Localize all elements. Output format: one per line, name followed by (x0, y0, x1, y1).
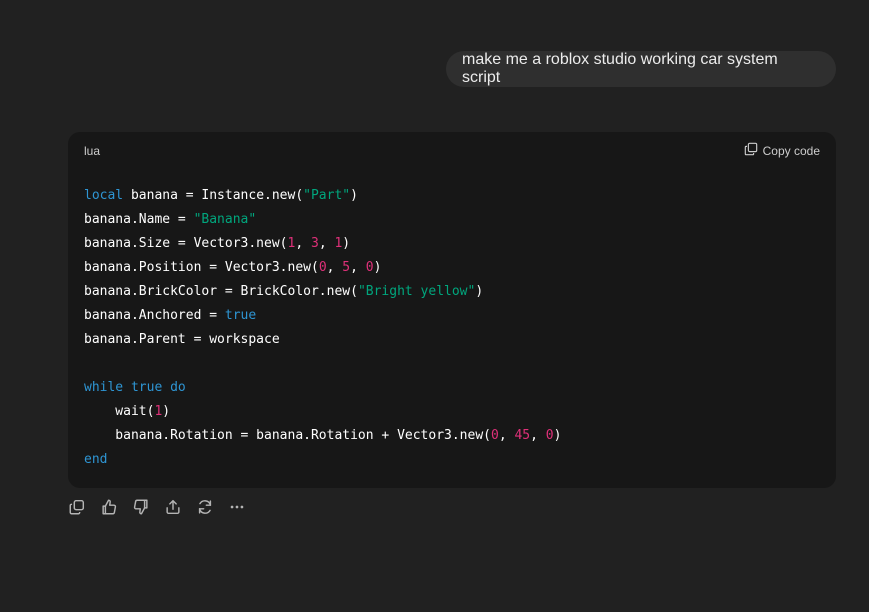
code-line: banana.BrickColor = BrickColor.new("Brig… (84, 280, 561, 304)
code-token: "Bright yellow" (357, 284, 476, 299)
code-header: lua Copy code (68, 132, 836, 170)
code-block: lua Copy code local banana = Instance.ne… (68, 132, 836, 488)
more-options-button[interactable] (228, 499, 246, 519)
thumbs-up-icon (100, 498, 118, 521)
code-token: wait( (84, 404, 155, 419)
code-token: true (130, 380, 163, 395)
code-token: , (295, 236, 311, 251)
code-token: , (318, 236, 335, 251)
code-line: wait(1) (84, 400, 561, 424)
code-token: banana.Size = Vector3.new( (84, 236, 288, 251)
user-message-text: make me a roblox studio working car syst… (462, 51, 778, 86)
code-token: banana = Instance.new( (123, 188, 304, 203)
code-line: banana.Size = Vector3.new(1, 3, 1) (84, 232, 561, 256)
code-line: banana.Name = "Banana" (84, 208, 561, 232)
code-token: 0 (318, 260, 327, 275)
code-line: end (84, 448, 561, 472)
copy-code-button[interactable]: Copy code (744, 142, 820, 159)
code-token: end (84, 452, 108, 467)
code-content: local banana = Instance.new("Part") banan… (84, 184, 561, 472)
code-token: banana.BrickColor = BrickColor.new( (84, 284, 358, 299)
refresh-icon (196, 498, 214, 521)
thumbs-down-icon (132, 498, 150, 521)
code-token: , (350, 260, 366, 275)
code-token: ) (342, 236, 351, 251)
code-line: banana.Anchored = true (84, 304, 561, 328)
code-token: ) (350, 188, 358, 203)
thumbs-down-button[interactable] (132, 499, 150, 519)
code-token: 3 (310, 236, 319, 251)
code-token: local (84, 188, 124, 203)
code-line: banana.Rotation = banana.Rotation + Vect… (84, 424, 561, 448)
code-line: local banana = Instance.new("Part") (84, 184, 561, 208)
code-token: do (170, 380, 186, 395)
code-token: 0 (545, 428, 554, 443)
copy-response-button[interactable] (68, 499, 86, 519)
code-token: banana.Position = Vector3.new( (84, 260, 319, 275)
code-token: ) (475, 284, 484, 299)
code-token: 45 (514, 428, 531, 443)
code-token: , (326, 260, 343, 275)
code-token: banana.Name = (84, 212, 194, 227)
code-token: , (498, 428, 515, 443)
code-token: banana.Parent = workspace (84, 332, 280, 347)
code-token: ) (373, 260, 382, 275)
ellipsis-icon (228, 498, 246, 521)
code-token: true (224, 308, 257, 323)
code-line: while true do (84, 376, 561, 400)
code-language-label: lua (84, 144, 101, 158)
code-token: "Part" (303, 188, 351, 203)
user-message-bubble: make me a roblox studio working car syst… (446, 51, 836, 87)
message-actions (68, 499, 246, 519)
code-line: banana.Parent = workspace (84, 328, 561, 352)
code-token: ) (553, 428, 562, 443)
copy-code-label: Copy code (762, 143, 820, 158)
copy-icon (68, 498, 86, 521)
code-token: 0 (365, 260, 374, 275)
code-token: while (84, 380, 124, 395)
copy-icon (744, 142, 758, 159)
code-token: ) (162, 404, 171, 419)
regenerate-button[interactable] (196, 499, 214, 519)
code-line: banana.Position = Vector3.new(0, 5, 0) (84, 256, 561, 280)
share-button[interactable] (164, 499, 182, 519)
code-token: 0 (491, 428, 499, 443)
code-token: 5 (342, 260, 351, 275)
code-token: "Banana" (193, 212, 257, 227)
code-token: banana.Anchored = (84, 308, 225, 323)
thumbs-up-button[interactable] (100, 499, 118, 519)
code-token: , (530, 428, 546, 443)
share-icon (164, 498, 182, 521)
code-token: banana.Rotation = banana.Rotation + Vect… (84, 428, 491, 443)
